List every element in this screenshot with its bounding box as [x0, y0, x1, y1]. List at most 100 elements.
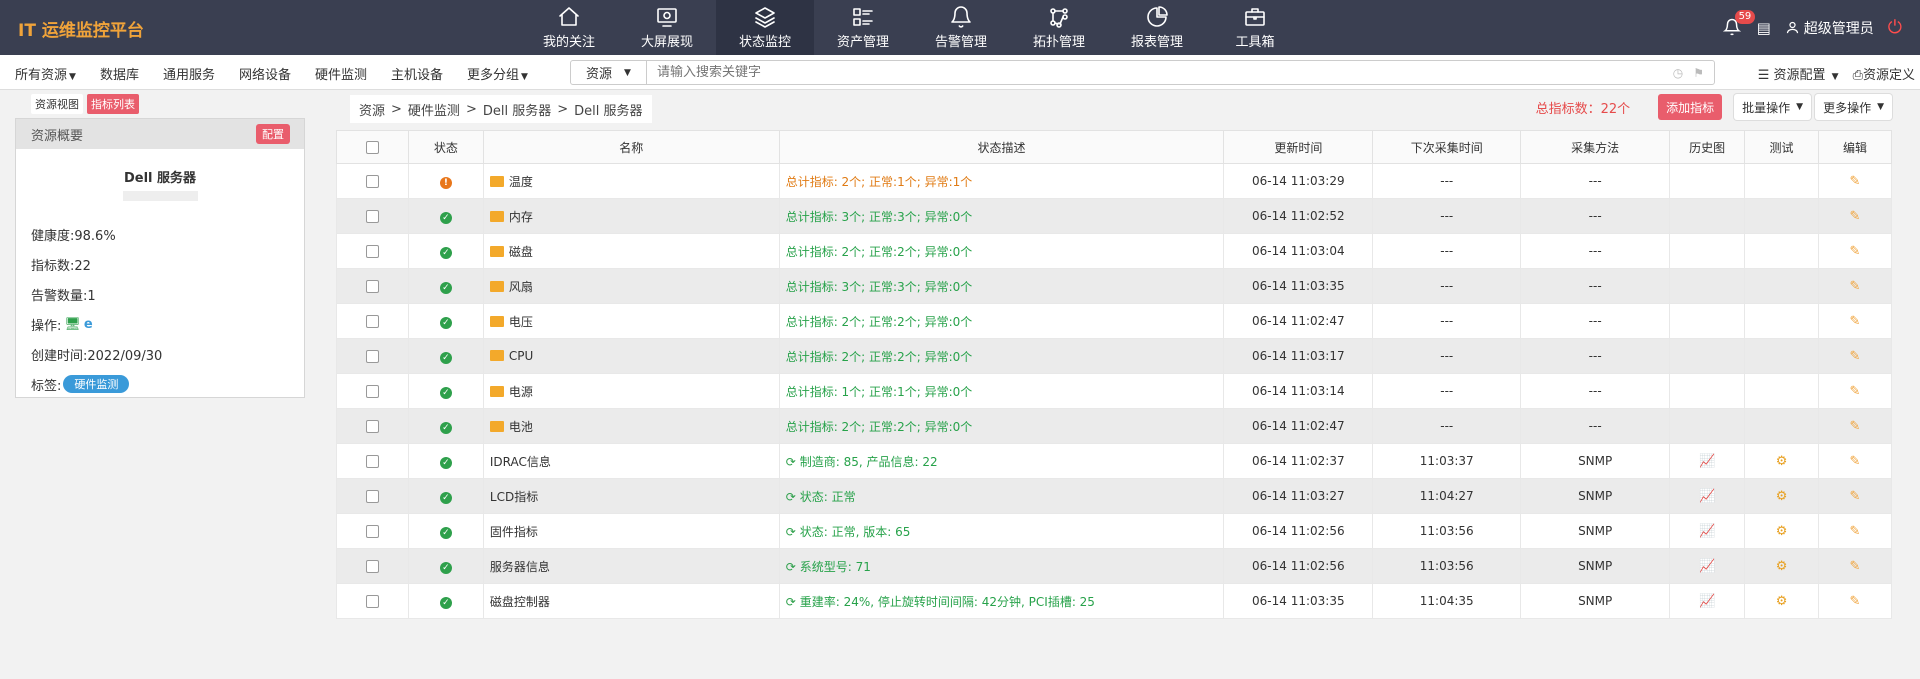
- row-checkbox[interactable]: [365, 525, 379, 538]
- col-next[interactable]: 下次采集时间: [1372, 130, 1522, 164]
- select-all-checkbox[interactable]: [365, 141, 379, 154]
- edit-icon[interactable]: ✎: [1850, 174, 1861, 189]
- name-cell[interactable]: 固件指标: [482, 513, 780, 549]
- category-tab[interactable]: 网络设备: [239, 64, 291, 83]
- col-name[interactable]: 名称: [482, 130, 780, 164]
- search-type-select[interactable]: 资源 ▼: [571, 61, 647, 84]
- name-cell[interactable]: 温度: [482, 163, 780, 199]
- row-checkbox[interactable]: [365, 175, 379, 188]
- name-cell[interactable]: 磁盘控制器: [482, 583, 780, 619]
- row-checkbox[interactable]: [365, 245, 379, 258]
- col-updated[interactable]: 更新时间: [1223, 130, 1374, 164]
- history-chart-icon[interactable]: 📈: [1699, 559, 1715, 574]
- name-cell[interactable]: 电压: [482, 303, 780, 339]
- history-chart-icon[interactable]: 📈: [1699, 524, 1715, 539]
- tag-icon[interactable]: ⚑: [1693, 66, 1704, 80]
- name-cell[interactable]: 电池: [482, 408, 780, 444]
- name-cell[interactable]: LCD指标: [482, 478, 780, 514]
- batch-operations-button[interactable]: 批量操作 ▼: [1734, 94, 1812, 120]
- table-row[interactable]: ✓ 内存 总计指标: 3个; 正常:3个; 异常:0个 06-14 11:02:52-…: [336, 198, 1892, 234]
- edit-icon[interactable]: ✎: [1850, 314, 1861, 329]
- edit-icon[interactable]: ✎: [1850, 384, 1861, 399]
- name-cell[interactable]: CPU: [482, 338, 780, 374]
- category-tab[interactable]: 数据库: [100, 64, 139, 83]
- edit-icon[interactable]: ✎: [1850, 279, 1861, 294]
- name-cell[interactable]: 服务器信息: [482, 548, 780, 584]
- table-row[interactable]: ✓ LCD指标 ⟳ 状态: 正常 06-14 11:03:27 11:04:27 SNMP 📈…: [336, 478, 1892, 514]
- table-row[interactable]: ✓ 风扇 总计指标: 3个; 正常:3个; 异常:0个 06-14 11:03:35-…: [336, 268, 1892, 304]
- history-chart-icon[interactable]: 📈: [1699, 489, 1715, 504]
- table-row[interactable]: ✓ IDRAC信息 ⟳ 制造商: 85, 产品信息: 22 06-14 11:02:37…: [336, 443, 1892, 479]
- col-desc[interactable]: 状态描述: [778, 130, 1225, 164]
- col-status[interactable]: 状态: [407, 130, 484, 164]
- table-row[interactable]: ✓ CPU 总计指标: 2个; 正常:2个; 异常:0个 06-14 11:03:17…: [336, 338, 1892, 374]
- table-row[interactable]: ✓ 电源 总计指标: 1个; 正常:1个; 异常:0个 06-14 11:03:14-…: [336, 373, 1892, 409]
- category-tab[interactable]: 硬件监测: [315, 64, 367, 83]
- row-checkbox[interactable]: [365, 455, 379, 468]
- user-menu[interactable]: 超级管理员: [1785, 18, 1874, 38]
- nav-item-1[interactable]: 大屏展现: [618, 0, 716, 55]
- resource-define-button[interactable]: ⎙资源定义: [1853, 64, 1915, 83]
- edit-icon[interactable]: ✎: [1850, 454, 1861, 469]
- gears-icon[interactable]: ⚙: [1776, 524, 1788, 539]
- row-checkbox[interactable]: [365, 350, 379, 363]
- edit-icon[interactable]: ✎: [1850, 559, 1861, 574]
- name-cell[interactable]: 内存: [482, 198, 780, 234]
- name-cell[interactable]: 磁盘: [482, 233, 780, 269]
- table-row[interactable]: ✓ 固件指标 ⟳ 状态: 正常, 版本: 65 06-14 11:02:56 11:03:…: [336, 513, 1892, 549]
- browser-icon[interactable]: e: [84, 317, 93, 332]
- power-icon[interactable]: ⏻: [1888, 17, 1902, 38]
- nav-item-7[interactable]: 工具箱: [1206, 0, 1304, 55]
- edit-icon[interactable]: ✎: [1850, 244, 1861, 259]
- row-checkbox[interactable]: [365, 315, 379, 328]
- app-title[interactable]: IT 运维监控平台: [18, 16, 144, 41]
- row-checkbox[interactable]: [365, 560, 379, 573]
- table-row[interactable]: ✓ 电池 总计指标: 2个; 正常:2个; 异常:0个 06-14 11:02:47-…: [336, 408, 1892, 444]
- row-checkbox[interactable]: [365, 280, 379, 293]
- nav-item-0[interactable]: 我的关注: [520, 0, 618, 55]
- history-chart-icon[interactable]: 📈: [1699, 594, 1715, 609]
- table-row[interactable]: ! 温度 总计指标: 2个; 正常:1个; 异常:1个 06-14 11:03:29-…: [336, 163, 1892, 199]
- search-input[interactable]: [647, 65, 1673, 80]
- resource-config-menu[interactable]: ☰ 资源配置 ▼: [1758, 64, 1839, 83]
- table-row[interactable]: ✓ 电压 总计指标: 2个; 正常:2个; 异常:0个 06-14 11:02:47-…: [336, 303, 1892, 339]
- nav-item-4[interactable]: 告警管理: [912, 0, 1010, 55]
- table-row[interactable]: ✓ 磁盘 总计指标: 2个; 正常:2个; 异常:0个 06-14 11:03:04-…: [336, 233, 1892, 269]
- nav-item-6[interactable]: 报表管理: [1108, 0, 1206, 55]
- monitor-icon[interactable]: 🖥: [64, 317, 81, 332]
- category-tab[interactable]: 更多分组 ▼: [467, 64, 528, 83]
- table-row[interactable]: ✓ 服务器信息 ⟳ 系统型号: 71 06-14 11:02:56 11:03:56 SNM…: [336, 548, 1892, 584]
- category-tab[interactable]: 通用服务: [163, 64, 215, 83]
- row-checkbox[interactable]: [365, 490, 379, 503]
- tab-resource-view[interactable]: 资源视图: [31, 94, 83, 114]
- category-tab[interactable]: 所有资源 ▼: [15, 64, 76, 83]
- table-row[interactable]: ✓ 磁盘控制器 ⟳ 重建率: 24%, 停止旋转时间间隔: 42分钟, PCI插槽: …: [336, 583, 1892, 619]
- name-cell[interactable]: IDRAC信息: [482, 443, 780, 479]
- edit-icon[interactable]: ✎: [1850, 349, 1861, 364]
- edit-icon[interactable]: ✎: [1850, 489, 1861, 504]
- row-checkbox[interactable]: [365, 385, 379, 398]
- clock-icon[interactable]: ◷: [1673, 66, 1683, 80]
- book-icon[interactable]: ▤: [1757, 19, 1771, 37]
- gears-icon[interactable]: ⚙: [1776, 454, 1788, 469]
- gears-icon[interactable]: ⚙: [1776, 489, 1788, 504]
- row-checkbox[interactable]: [365, 595, 379, 608]
- edit-icon[interactable]: ✎: [1850, 209, 1861, 224]
- nav-item-3[interactable]: 资产管理: [814, 0, 912, 55]
- edit-icon[interactable]: ✎: [1850, 419, 1861, 434]
- gears-icon[interactable]: ⚙: [1776, 594, 1788, 609]
- add-metric-button[interactable]: 添加指标: [1658, 94, 1723, 120]
- row-checkbox[interactable]: [365, 210, 379, 223]
- category-tab[interactable]: 主机设备: [391, 64, 443, 83]
- tag-pill[interactable]: 硬件监测: [63, 375, 130, 393]
- config-button[interactable]: 配置: [256, 124, 290, 144]
- nav-item-2[interactable]: 状态监控: [716, 0, 814, 55]
- tab-metric-list[interactable]: 指标列表: [87, 94, 139, 114]
- breadcrumb-item[interactable]: 资源: [359, 100, 385, 119]
- row-checkbox[interactable]: [365, 420, 379, 433]
- notification-button[interactable]: 59: [1722, 9, 1756, 38]
- breadcrumb-item[interactable]: Dell 服务器: [483, 100, 551, 119]
- gears-icon[interactable]: ⚙: [1776, 559, 1788, 574]
- edit-icon[interactable]: ✎: [1850, 594, 1861, 609]
- nav-item-5[interactable]: 拓扑管理: [1010, 0, 1108, 55]
